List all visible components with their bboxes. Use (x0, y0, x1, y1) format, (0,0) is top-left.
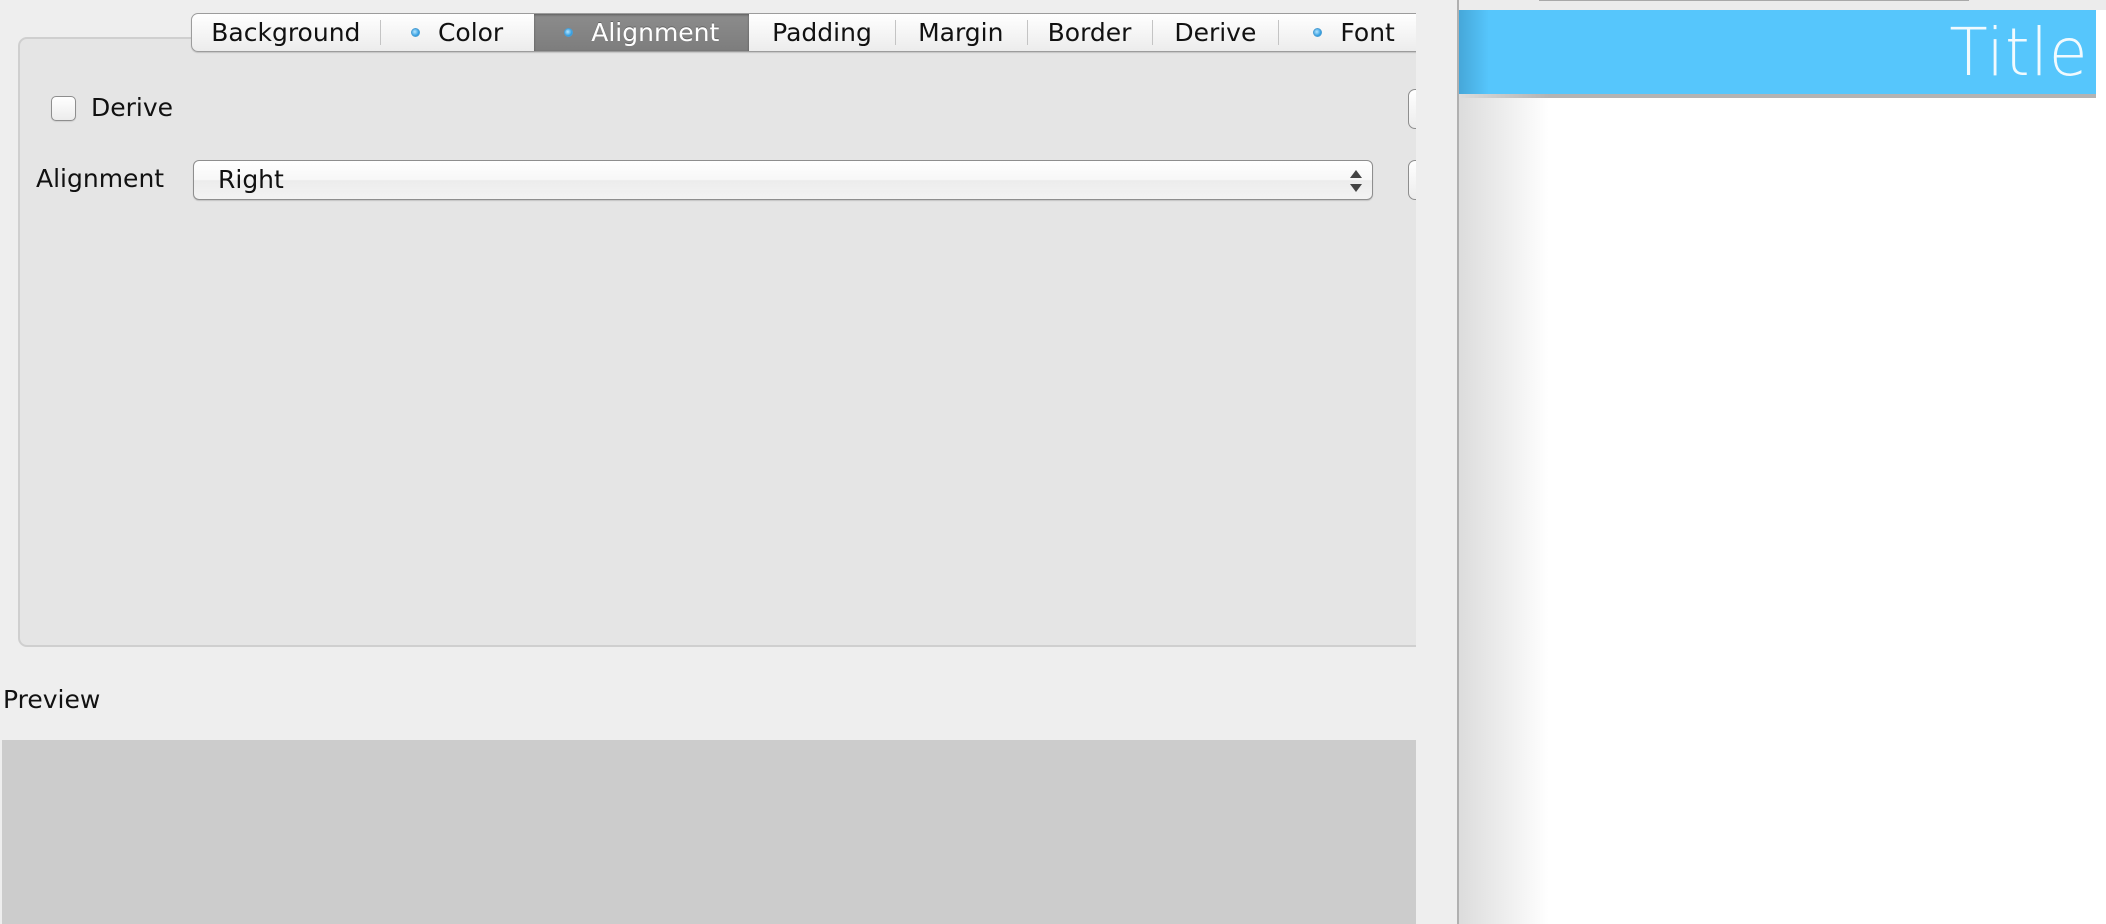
preview-label: Preview (3, 685, 101, 714)
title-text: Title (1948, 14, 2088, 91)
preview-canvas-panel: Title (1459, 0, 2106, 924)
canvas-toolbar-strip (1459, 0, 2106, 10)
title-bar: Title (1459, 10, 2096, 98)
panel-gutter (1416, 0, 1458, 924)
tab-label: Border (1047, 18, 1132, 47)
tab-derive[interactable]: Derive (1152, 14, 1278, 51)
tab-margin[interactable]: Margin (894, 14, 1027, 51)
tab-content-group (18, 37, 1416, 647)
modified-indicator-icon (1313, 28, 1323, 37)
tab-border[interactable]: Border (1026, 14, 1153, 51)
preview-area (2, 740, 1416, 924)
tab-color[interactable]: Color (379, 14, 535, 51)
tab-label: Padding (772, 18, 872, 47)
tab-background[interactable]: Background (192, 14, 380, 51)
alignment-label: Alignment (36, 164, 165, 193)
tab-label: Margin (918, 18, 1004, 47)
modified-indicator-icon (564, 28, 574, 37)
select-arrows-icon (1350, 170, 1362, 192)
derive-checkbox[interactable] (51, 96, 76, 121)
tab-label: Alignment (591, 18, 720, 47)
tab-label: Font (1340, 18, 1395, 47)
panel-shadow (1459, 94, 1549, 924)
alignment-select[interactable]: Right (193, 160, 1373, 200)
tab-font[interactable]: Font (1278, 14, 1416, 51)
tab-label: Derive (1174, 18, 1257, 47)
derive-side-button[interactable] (1408, 89, 1416, 129)
tab-padding[interactable]: Padding (749, 14, 895, 51)
tab-label: Background (211, 18, 361, 47)
style-editor-panel: Background Color Alignment Padding Margi… (0, 0, 1416, 924)
modified-indicator-icon (410, 28, 420, 37)
derive-checkbox-label[interactable]: Derive (91, 93, 173, 122)
alignment-select-value: Right (218, 165, 284, 194)
tab-label: Color (437, 18, 504, 47)
alignment-side-button[interactable] (1408, 160, 1416, 200)
tab-alignment[interactable]: Alignment (534, 14, 750, 51)
style-tab-bar: Background Color Alignment Padding Margi… (191, 13, 1416, 52)
canvas-scroll-indicator (1539, 0, 1969, 1)
